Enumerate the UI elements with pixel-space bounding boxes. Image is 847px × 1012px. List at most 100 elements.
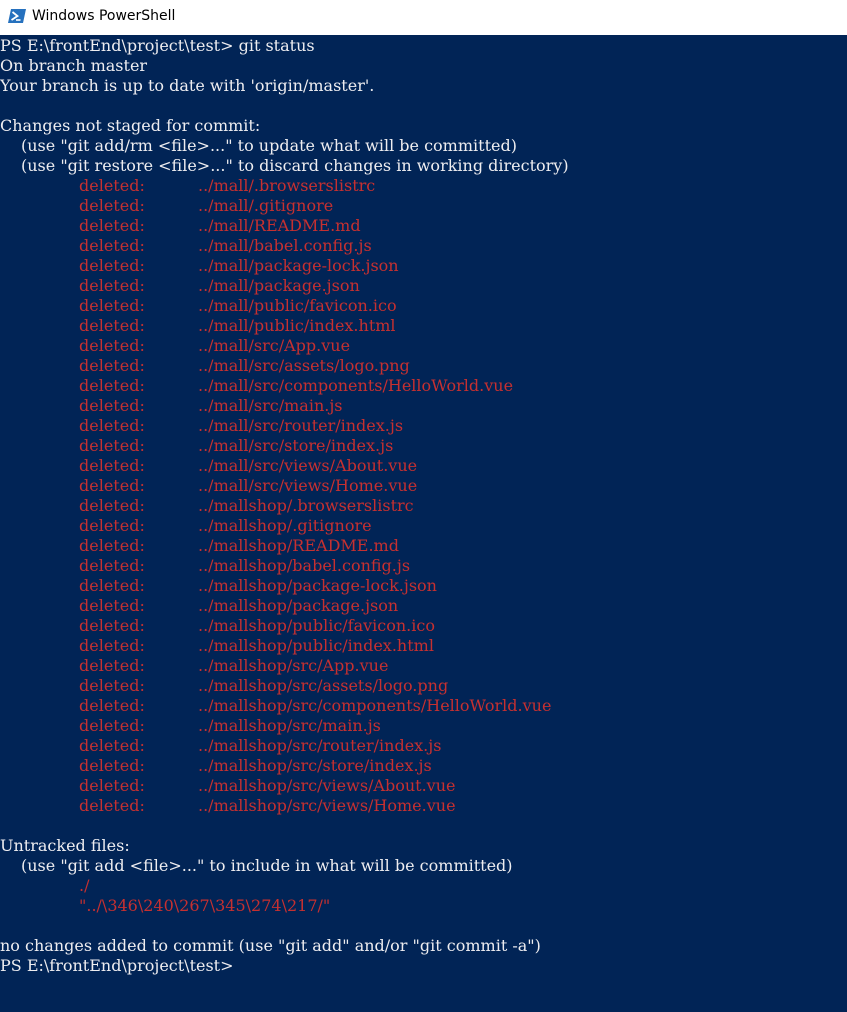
untracked-header: Untracked files: (0, 836, 130, 855)
deleted-file-row: deleted: ../mallshop/public/index.html (0, 636, 847, 656)
deleted-label: deleted: (79, 356, 145, 375)
deleted-file-path: ../mall/.gitignore (198, 196, 334, 215)
deleted-label: deleted: (79, 536, 145, 555)
deleted-file-row: deleted: ../mall/src/store/index.js (0, 436, 847, 456)
uptodate-line: Your branch is up to date with 'origin/m… (0, 76, 375, 95)
deleted-file-row: deleted: ../mall/.gitignore (0, 196, 847, 216)
deleted-file-path: ../mall/src/router/index.js (198, 416, 404, 435)
deleted-file-path: ../mallshop/.gitignore (198, 516, 372, 535)
deleted-file-row: deleted: ../mallshop/src/views/Home.vue (0, 796, 847, 816)
deleted-file-row: deleted: ../mall/README.md (0, 216, 847, 236)
deleted-file-path: ../mallshop/README.md (198, 536, 399, 555)
untracked-files-list: ./"../\346\240\267\345\274\217/" (0, 876, 847, 916)
window-title: Windows PowerShell (32, 8, 176, 24)
deleted-file-row: deleted: ../mallshop/src/main.js (0, 716, 847, 736)
deleted-file-row: deleted: ../mallshop/.browserslistrc (0, 496, 847, 516)
deleted-files-list: deleted: ../mall/.browserslistrc deleted:.… (0, 176, 847, 816)
deleted-file-path: ../mall/package.json (198, 276, 360, 295)
deleted-file-row: deleted: ../mall/package.json (0, 276, 847, 296)
deleted-file-path: ../mall/babel.config.js (198, 236, 372, 255)
deleted-label: deleted: (79, 696, 145, 715)
deleted-label: deleted: (79, 676, 145, 695)
deleted-file-path: ../mallshop/package.json (198, 596, 399, 615)
summary-line: no changes added to commit (use "git add… (0, 936, 541, 955)
deleted-file-path: ../mall/src/components/HelloWorld.vue (198, 376, 514, 395)
deleted-label: deleted: (79, 596, 145, 615)
deleted-label: deleted: (79, 236, 145, 255)
deleted-file-path: ../mall/src/store/index.js (198, 436, 394, 455)
hint-untracked-line: (use "git add <file>..." to include in w… (21, 856, 513, 875)
deleted-label: deleted: (79, 456, 145, 475)
deleted-label: deleted: (79, 216, 145, 235)
deleted-file-path: ../mallshop/src/store/index.js (198, 756, 432, 775)
deleted-label: deleted: (79, 736, 145, 755)
deleted-file-path: ../mall/package-lock.json (198, 256, 399, 275)
deleted-file-row: deleted: ../mall/public/index.html (0, 316, 847, 336)
deleted-file-path: ../mallshop/public/index.html (198, 636, 434, 655)
deleted-file-row: deleted: ../mall/public/favicon.ico (0, 296, 847, 316)
deleted-label: deleted: (79, 176, 145, 195)
untracked-file-path: ./ (79, 876, 90, 895)
deleted-label: deleted: (79, 296, 145, 315)
deleted-file-path: ../mallshop/.browserslistrc (198, 496, 414, 515)
console-output[interactable]: PS E:\frontEnd\project\test> git status … (0, 36, 847, 1012)
deleted-file-path: ../mall/src/assets/logo.png (198, 356, 410, 375)
deleted-label: deleted: (79, 656, 145, 675)
deleted-label: deleted: (79, 556, 145, 575)
powershell-window: Windows PowerShell PS E:\frontEnd\projec… (0, 0, 847, 1012)
deleted-file-path: ../mallshop/src/views/About.vue (198, 776, 456, 795)
deleted-file-row: deleted: ../mallshop/src/views/About.vue (0, 776, 847, 796)
deleted-label: deleted: (79, 636, 145, 655)
branch-line: On branch master (0, 56, 148, 75)
changes-header: Changes not staged for commit: (0, 116, 261, 135)
deleted-file-row: deleted: ../mall/src/App.vue (0, 336, 847, 356)
deleted-file-row: deleted: ../mallshop/src/store/index.js (0, 756, 847, 776)
deleted-file-path: ../mallshop/package-lock.json (198, 576, 437, 595)
command-prompt-line: PS E:\frontEnd\project\test> git status (0, 36, 315, 55)
deleted-file-row: deleted: ../mall/src/views/Home.vue (0, 476, 847, 496)
deleted-label: deleted: (79, 316, 145, 335)
title-bar[interactable]: Windows PowerShell (0, 0, 847, 35)
deleted-label: deleted: (79, 396, 145, 415)
hint-restore-line: (use "git restore <file>..." to discard … (21, 156, 569, 175)
powershell-icon (8, 8, 26, 24)
deleted-label: deleted: (79, 256, 145, 275)
deleted-file-row: deleted: ../mall/src/router/index.js (0, 416, 847, 436)
deleted-file-row: deleted: ../mall/package-lock.json (0, 256, 847, 276)
deleted-file-path: ../mallshop/src/App.vue (198, 656, 389, 675)
deleted-file-path: ../mallshop/babel.config.js (198, 556, 411, 575)
deleted-file-path: ../mallshop/src/components/HelloWorld.vu… (198, 696, 552, 715)
deleted-file-row: deleted: ../mallshop/package-lock.json (0, 576, 847, 596)
deleted-file-row: deleted: ../mall/src/components/HelloWorl… (0, 376, 847, 396)
deleted-label: deleted: (79, 776, 145, 795)
deleted-label: deleted: (79, 196, 145, 215)
deleted-file-path: ../mall/public/index.html (198, 316, 396, 335)
deleted-file-path: ../mall/README.md (198, 216, 361, 235)
deleted-label: deleted: (79, 276, 145, 295)
deleted-file-path: ../mall/src/views/About.vue (198, 456, 418, 475)
deleted-label: deleted: (79, 576, 145, 595)
deleted-file-row: deleted: ../mallshop/src/assets/logo.png (0, 676, 847, 696)
deleted-label: deleted: (79, 336, 145, 355)
deleted-label: deleted: (79, 756, 145, 775)
deleted-file-path: ../mallshop/public/favicon.ico (198, 616, 435, 635)
deleted-label: deleted: (79, 616, 145, 635)
untracked-file-path: "../\346\240\267\345\274\217/" (79, 896, 331, 915)
deleted-file-path: ../mall/.browserslistrc (198, 176, 376, 195)
deleted-file-row: deleted: ../mall/src/views/About.vue (0, 456, 847, 476)
deleted-file-row: deleted: ../mallshop/package.json (0, 596, 847, 616)
deleted-file-row: deleted: ../mall/src/assets/logo.png (0, 356, 847, 376)
deleted-file-row: deleted: ../mallshop/babel.config.js (0, 556, 847, 576)
deleted-label: deleted: (79, 716, 145, 735)
deleted-file-path: ../mall/public/favicon.ico (198, 296, 397, 315)
deleted-file-row: deleted: ../mall/babel.config.js (0, 236, 847, 256)
deleted-file-path: ../mallshop/src/assets/logo.png (198, 676, 449, 695)
deleted-label: deleted: (79, 416, 145, 435)
deleted-label: deleted: (79, 796, 145, 815)
deleted-file-path: ../mall/src/App.vue (198, 336, 351, 355)
deleted-label: deleted: (79, 376, 145, 395)
final-prompt-line[interactable]: PS E:\frontEnd\project\test> (0, 956, 847, 976)
